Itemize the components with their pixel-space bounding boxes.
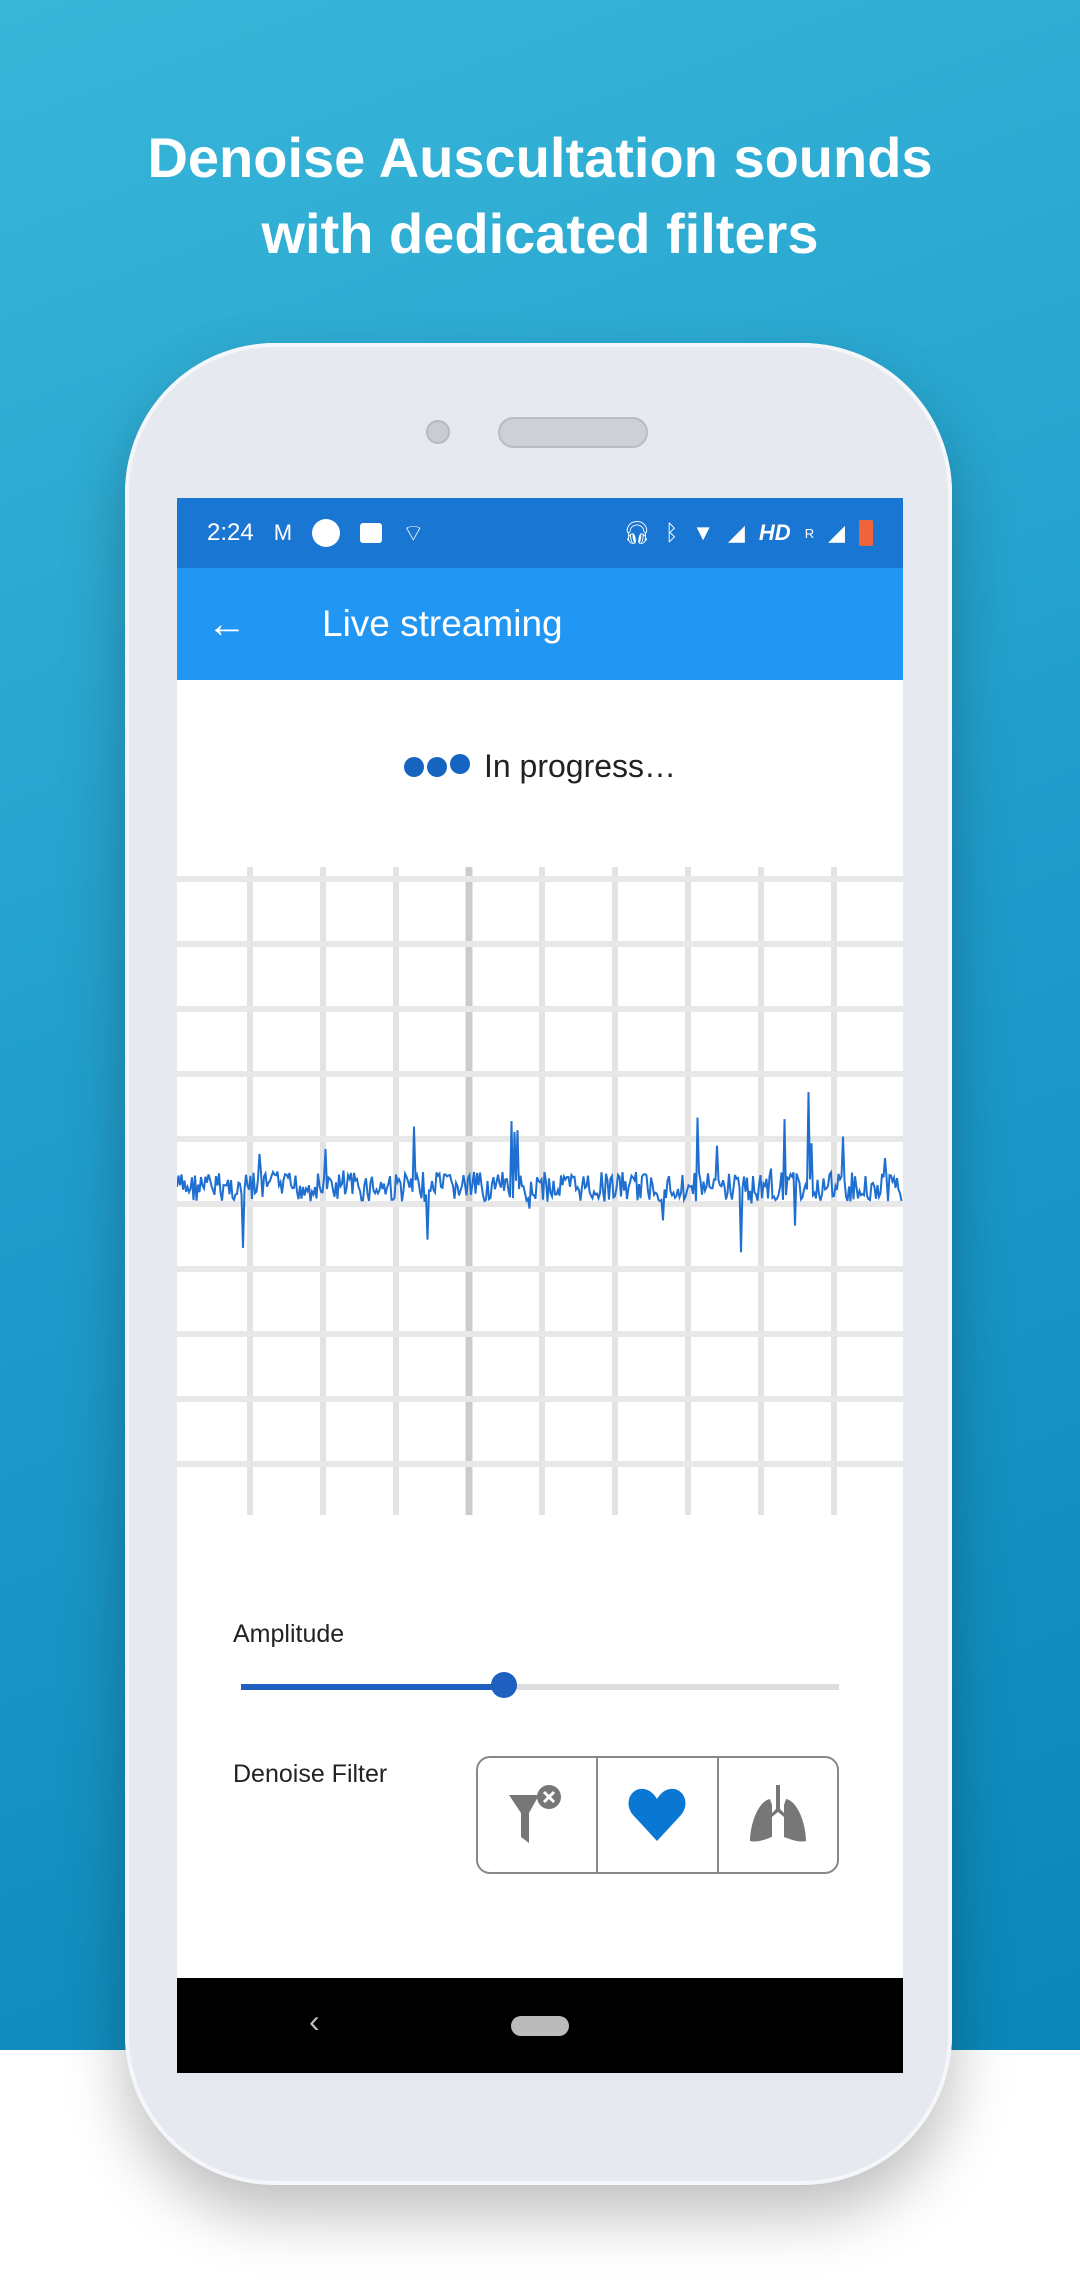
amplitude-label: Amplitude	[233, 1620, 345, 1648]
lungs-icon	[749, 1785, 806, 1842]
headline: Denoise Auscultation sounds with dedicat…	[0, 120, 1080, 272]
denoise-filter-selector	[476, 1756, 839, 1874]
phone-screen: 2:24 M ⌔ 🎧︎ ᛒ ▼ ◢ HD R ◢ ← Live streamin…	[177, 498, 903, 2073]
filter-off-button[interactable]	[478, 1758, 596, 1872]
wifi-icon: ▼	[692, 520, 714, 545]
amplitude-slider[interactable]	[241, 1672, 839, 1698]
bluetooth-icon: ᛒ	[665, 520, 679, 545]
heart-filter-button[interactable]	[596, 1758, 716, 1872]
headline-line-2: with dedicated filters	[261, 202, 819, 265]
page-title: Live streaming	[322, 603, 563, 644]
news-icon	[360, 523, 383, 543]
slider-thumb[interactable]	[491, 1672, 518, 1698]
gmail-icon: M	[273, 520, 293, 545]
filter-off-icon	[509, 1785, 562, 1843]
roaming-label: R	[804, 525, 815, 541]
status-bar: 2:24 M ⌔ 🎧︎ ᛒ ▼ ◢ HD R ◢	[177, 498, 903, 568]
hd-label: HD	[758, 520, 791, 545]
signal-x-icon: ◢	[727, 520, 745, 545]
headset-icon: 🎧︎	[623, 520, 651, 545]
denoise-filter-label: Denoise Filter	[233, 1760, 388, 1788]
arrow-left-icon: ←	[207, 601, 247, 646]
battery-icon	[859, 520, 873, 546]
lungs-filter-button[interactable]	[716, 1758, 837, 1872]
slider-fill	[241, 1684, 505, 1690]
waveform-chart	[177, 867, 903, 1515]
back-button[interactable]: ←	[177, 602, 277, 647]
nav-back-icon[interactable]: ‹	[309, 2003, 320, 2040]
nav-home-button[interactable]	[511, 2016, 569, 2036]
speaker	[498, 417, 648, 448]
heart-icon	[628, 1788, 686, 1841]
headline-line-1: Denoise Auscultation sounds	[147, 126, 933, 189]
navigation-bar: ‹	[177, 1978, 903, 2073]
circle-icon	[312, 519, 341, 547]
app-bar: ← Live streaming	[177, 568, 903, 680]
status-time: 2:24	[207, 519, 254, 546]
loading-dots-icon	[403, 753, 470, 777]
progress-text: In progress…	[483, 748, 677, 784]
signal-icon: ◢	[828, 520, 845, 545]
cast-icon: ⌔	[402, 520, 425, 547]
camera	[426, 420, 450, 444]
progress-indicator: In progress…	[177, 748, 903, 785]
